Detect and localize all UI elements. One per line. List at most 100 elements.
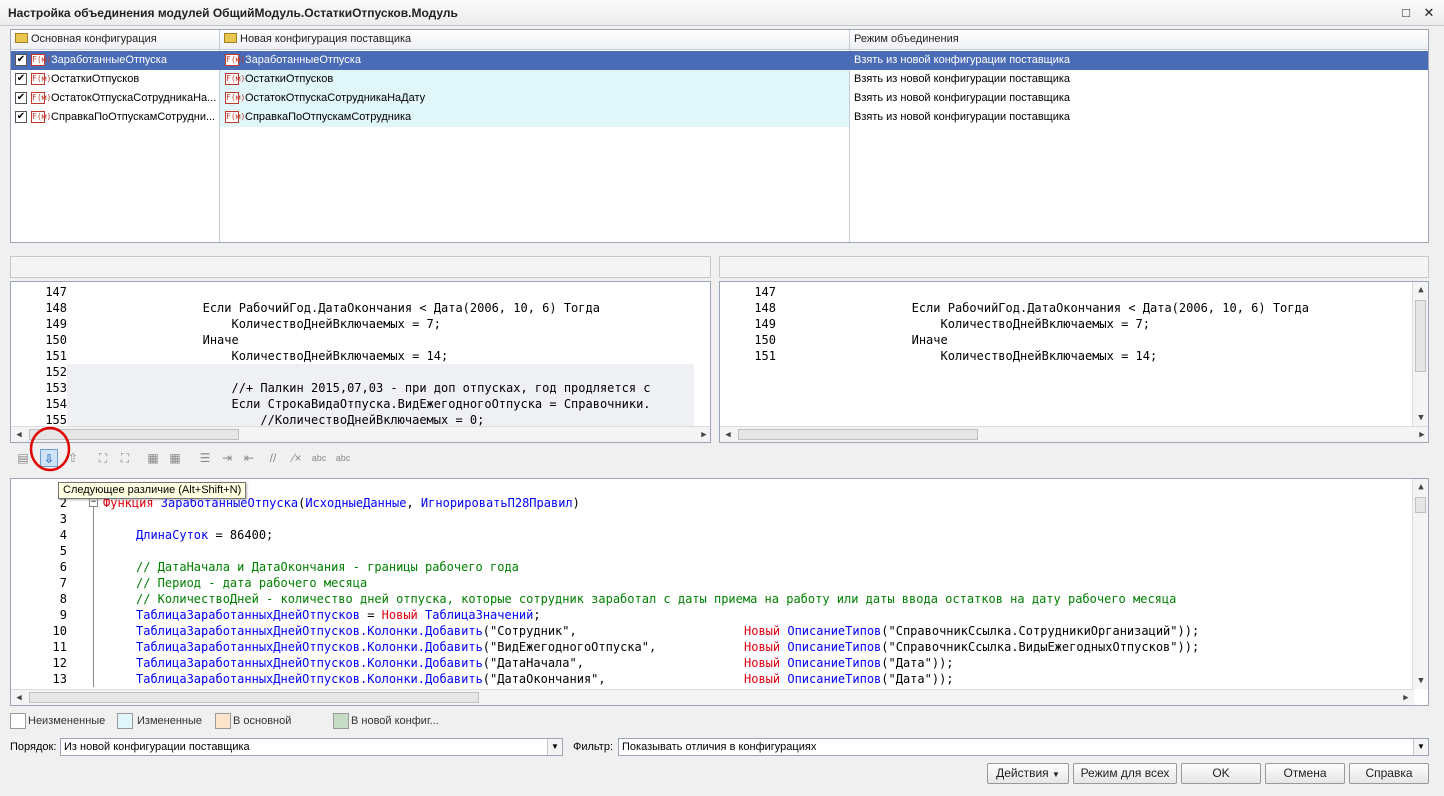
left-code-pane[interactable]: 147 148 Если РабочийГод.ДатаОкончания < Д… <box>10 281 711 443</box>
scroll-right-icon[interactable]: ▶ <box>1414 427 1428 442</box>
chevron-down-icon[interactable]: ▼ <box>547 739 562 755</box>
copy-block-icon[interactable]: ▦ <box>144 449 162 467</box>
window-title-bar: Настройка объединения модулей ОбщийМодул… <box>0 0 1444 26</box>
row-checkbox[interactable]: ✔ <box>15 54 27 66</box>
scroll-down-icon[interactable]: ▼ <box>1413 673 1428 689</box>
header-main-label: Основная конфигурация <box>31 33 157 45</box>
ok-button[interactable]: OK <box>1181 763 1261 784</box>
actions-button[interactable]: Действия ▼ <box>987 763 1069 784</box>
code-text: // КоличествоДней - количество дней отпу… <box>136 591 1176 607</box>
help-button[interactable]: Справка <box>1349 763 1429 784</box>
code-token: Новый <box>744 624 781 638</box>
scroll-left-icon[interactable]: ◀ <box>11 427 27 442</box>
new-config-icon <box>224 33 237 43</box>
horizontal-scrollbar[interactable]: ◀ ▶ <box>11 426 710 442</box>
scroll-thumb[interactable] <box>1415 497 1426 513</box>
code-token: ТаблицаЗаработанныхДнейОтпусков <box>136 672 360 686</box>
code-line: 10 ТаблицаЗаработанныхДнейОтпусков.Колонк… <box>11 623 1412 639</box>
code-token: ИгнорироватьП28Правил <box>420 496 573 510</box>
code-token: ДлинаСуток <box>136 528 209 542</box>
spellcheck-clear-icon[interactable]: abc <box>334 449 352 467</box>
filter-select[interactable]: Показывать отличия в конфигурациях ▼ <box>618 738 1429 756</box>
vertical-scrollbar[interactable]: ▲ ▼ <box>1412 282 1428 426</box>
code-text: Если РабочийГод.ДатаОкончания < Дата(200… <box>796 301 1309 315</box>
code-text: ДлинаСуток = 86400; <box>136 527 273 543</box>
uncomment-icon[interactable]: ⁄× <box>288 449 306 467</box>
close-icon[interactable]: ✕ <box>1421 5 1437 21</box>
code-text: Новый ОписаниеТипов("СправочникСсылка.Со… <box>744 623 1199 639</box>
right-code-pane[interactable]: 147 148 Если РабочийГод.ДатаОкончания < Д… <box>719 281 1429 443</box>
table-row[interactable]: ✔ F(м) ОстаткиОтпусков F(м) ОстаткиОтпусков В… <box>11 70 1428 89</box>
tree-expand-icon[interactable]: ⛶ <box>94 449 112 467</box>
vendor-config-name: ОстаткиОтпусков <box>245 73 334 85</box>
main-config-name: ОстатокОтпускаСотрудникаНа... <box>51 92 217 104</box>
code-line: 151 КоличествоДнейВключаемых = 14; <box>720 348 1412 364</box>
table-row[interactable]: ✔ F(м) СправкаПоОтпускамСотрудни... F(м) Спр… <box>11 108 1428 127</box>
order-value: Из новой конфигурации поставщика <box>64 741 250 753</box>
line-number: 13 <box>52 672 67 686</box>
cell-vendor-config: F(м) ОстатокОтпускаСотрудникаНаДату <box>220 89 849 108</box>
column-header-vendor-config[interactable]: Новая конфигурация поставщика <box>220 30 850 50</box>
cell-main-config: ✔ F(м) СправкаПоОтпускамСотрудни... <box>11 108 219 127</box>
cancel-button[interactable]: Отмена <box>1265 763 1345 784</box>
move-left-icon[interactable]: ⇤ <box>240 449 258 467</box>
module-icon: F(м) <box>225 54 246 66</box>
code-token: = 86400; <box>208 528 274 542</box>
scroll-left-icon[interactable]: ◀ <box>11 690 27 705</box>
line-number: 149 <box>720 316 776 332</box>
tree-collapse-icon[interactable]: ⛶ <box>116 449 134 467</box>
maximize-icon[interactable]: □ <box>1398 5 1414 21</box>
cell-merge-mode[interactable]: Взять из новой конфигурации поставщика <box>850 70 1428 89</box>
code-token: Новый <box>744 656 781 670</box>
line-number: 8 <box>59 592 67 606</box>
paste-block-icon[interactable]: ▦ <box>166 449 184 467</box>
vertical-scrollbar[interactable]: ▲ ▼ <box>1412 479 1428 689</box>
scroll-thumb[interactable] <box>29 692 479 703</box>
code-text: Если СтрокаВидаОтпуска.ВидЕжегодногоОтпу… <box>87 397 651 411</box>
spellcheck-icon[interactable]: abc <box>310 449 328 467</box>
fold-toggle-icon[interactable]: − <box>89 498 98 507</box>
cell-vendor-config: F(м) СправкаПоОтпускамСотрудника <box>220 108 849 127</box>
line-number: 150 <box>720 332 776 348</box>
cell-merge-mode[interactable]: Взять из новой конфигурации поставщика <box>850 89 1428 108</box>
mode-for-all-button[interactable]: Режим для всех <box>1073 763 1177 784</box>
code-line: 153 //+ Палкин 2015,07,03 - при доп отпу… <box>11 380 694 396</box>
code-token: ТаблицаЗаработанныхДнейОтпусков <box>136 640 360 654</box>
table-row[interactable]: ✔ F(м) ЗаработанныеОтпуска F(м) Заработанные… <box>11 51 1428 70</box>
cell-merge-mode[interactable]: Взять из новой конфигурации поставщика <box>850 108 1428 127</box>
column-header-merge-mode[interactable]: Режим объединения <box>850 30 1428 50</box>
row-checkbox[interactable]: ✔ <box>15 73 27 85</box>
code-token: = <box>359 608 382 622</box>
scroll-up-icon[interactable]: ▲ <box>1413 282 1428 298</box>
horizontal-scrollbar[interactable]: ◀ ▶ <box>720 426 1428 442</box>
comment-icon[interactable]: // <box>264 449 282 467</box>
chevron-down-icon[interactable]: ▼ <box>1413 739 1428 755</box>
move-right-icon[interactable]: ⇥ <box>218 449 236 467</box>
left-pane-header <box>10 256 711 278</box>
column-header-main-config[interactable]: Основная конфигурация <box>11 30 220 50</box>
code-text: Новый ОписаниеТипов("СправочникСсылка.Ви… <box>744 639 1199 655</box>
indent-icon[interactable]: ☰ <box>196 449 214 467</box>
scroll-down-icon[interactable]: ▼ <box>1413 410 1428 426</box>
code-token: Новый <box>381 608 418 622</box>
row-checkbox[interactable]: ✔ <box>15 111 27 123</box>
scroll-up-icon[interactable]: ▲ <box>1413 479 1428 495</box>
table-row[interactable]: ✔ F(м) ОстатокОтпускаСотрудникаНа... F(м) Ос… <box>11 89 1428 108</box>
scroll-left-icon[interactable]: ◀ <box>720 427 736 442</box>
cell-vendor-config: F(м) ЗаработанныеОтпуска <box>220 51 849 70</box>
merged-code-pane[interactable]: 2 Функция ЗаработанныеОтпуска(ИсходныеДан… <box>10 478 1429 706</box>
order-select[interactable]: Из новой конфигурации поставщика ▼ <box>60 738 563 756</box>
cell-merge-mode[interactable]: Взять из новой конфигурации поставщика <box>850 51 1428 70</box>
scroll-thumb[interactable] <box>1415 300 1426 372</box>
code-line: 150 Иначе <box>11 332 694 348</box>
scroll-right-icon[interactable]: ▶ <box>696 427 710 442</box>
vendor-config-name: ОстатокОтпускаСотрудникаНаДату <box>245 92 426 104</box>
scroll-thumb[interactable] <box>738 429 978 440</box>
horizontal-scrollbar[interactable]: ◀ ▶ <box>11 689 1414 705</box>
line-number: 6 <box>59 560 67 574</box>
row-checkbox[interactable]: ✔ <box>15 92 27 104</box>
main-config-name: СправкаПоОтпускамСотрудни... <box>51 111 216 123</box>
code-token: ("Дата")); <box>881 672 954 686</box>
code-token: .Колонки.Добавить <box>359 624 483 638</box>
scroll-right-icon[interactable]: ▶ <box>1398 690 1414 705</box>
